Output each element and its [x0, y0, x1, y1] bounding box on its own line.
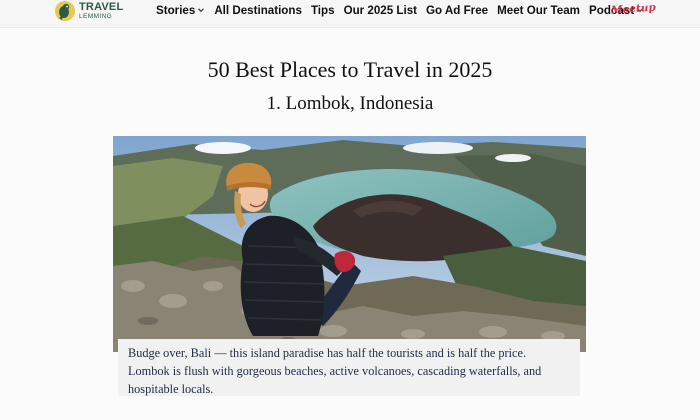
caption-line-2: Lombok is flush with gorgeous beaches, a…: [128, 364, 542, 378]
site-header: TRAVEL LEMMING Stories All Destinations …: [0, 0, 700, 28]
page-title: 50 Best Places to Travel in 2025: [207, 57, 493, 82]
nav-2025-list[interactable]: Our 2025 List: [344, 4, 417, 17]
destination-photo: [113, 136, 586, 352]
destination-heading: 1. Lombok, Indonesia: [266, 93, 434, 114]
chevron-down-icon: [198, 8, 205, 13]
meetup-link[interactable]: Meetup: [611, 1, 657, 16]
logo-text-lemming: LEMMING: [79, 12, 113, 20]
nav-meet-team-label: Meet Our Team: [497, 3, 580, 17]
main-nav: Stories All Destinations Tips Our 2025 L…: [156, 0, 644, 20]
nav-tips-label: Tips: [310, 3, 335, 17]
photo-caption: Budge over, Bali — this island paradise …: [118, 339, 580, 396]
nav-all-destinations[interactable]: All Destinations: [214, 4, 302, 17]
nav-stories[interactable]: Stories: [156, 4, 205, 17]
nav-stories-label: Stories: [156, 3, 196, 17]
nav-go-ad-free[interactable]: Go Ad Free: [426, 4, 488, 17]
lemming-logo-icon: [55, 1, 75, 21]
nav-tips[interactable]: Tips: [311, 4, 335, 17]
logo-text-travel: TRAVEL: [79, 0, 124, 13]
nav-go-ad-free-label: Go Ad Free: [426, 3, 489, 17]
nav-2025-list-label: Our 2025 List: [343, 3, 418, 17]
site-logo[interactable]: TRAVEL LEMMING: [54, 0, 123, 22]
caption-line-3: hospitable locals.: [128, 382, 214, 396]
nav-all-destinations-label: All Destinations: [214, 3, 302, 17]
caption-line-1: Budge over, Bali — this island paradise …: [128, 346, 527, 360]
nav-meet-team[interactable]: Meet Our Team: [497, 4, 580, 17]
